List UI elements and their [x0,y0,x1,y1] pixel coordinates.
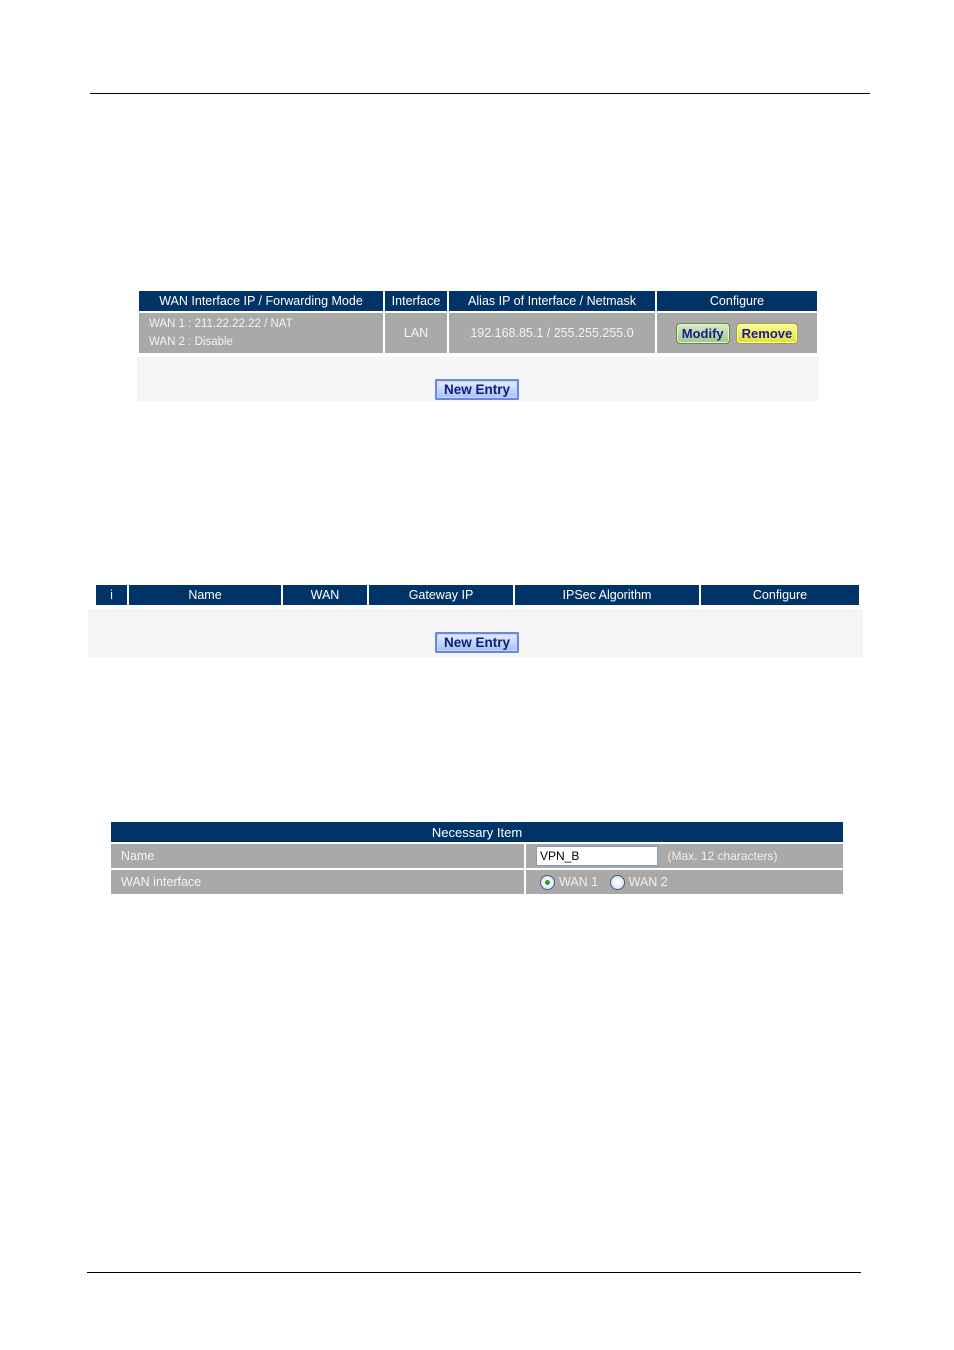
column-header-index: i [96,585,127,605]
wan2-radio-label[interactable]: WAN 2 [629,875,668,889]
configure-cell: Modify Remove [657,313,817,353]
modify-button[interactable]: Modify [675,322,730,344]
alias-ip-cell: 192.168.85.1 / 255.255.255.0 [449,313,655,353]
column-header-wan-ip: WAN Interface IP / Forwarding Mode [139,291,383,311]
table-header-row: WAN Interface IP / Forwarding Mode Inter… [139,291,817,311]
wan-options-cell: WAN 1 WAN 2 [526,870,843,894]
remove-button[interactable]: Remove [735,322,799,344]
interface-cell: LAN [385,313,447,353]
section-title: Necessary Item [111,822,843,842]
column-header-configure: Configure [701,585,859,605]
column-header-interface: Interface [385,291,447,311]
wan1-radio[interactable] [540,874,555,890]
form-row-wan: WAN interface WAN 1 WAN 2 [111,870,843,894]
form-row-name: Name (Max. 12 characters) [111,844,843,868]
wan2-radio[interactable] [609,874,625,890]
table-row: WAN 1 : 211.22.22.22 / NAT WAN 2 : Disab… [139,313,817,353]
column-header-wan: WAN [283,585,367,605]
name-hint: (Max. 12 characters) [667,849,778,863]
column-header-gateway-ip: Gateway IP [369,585,513,605]
wan-interface-label: WAN interface [111,870,524,894]
wan2-status: WAN 2 : Disable [149,336,233,348]
new-entry-button[interactable]: New Entry [435,379,520,400]
table-header-row: i Name WAN Gateway IP IPSec Algorithm Co… [96,585,859,605]
wan1-status: WAN 1 : 211.22.22.22 / NAT [149,318,293,330]
name-label: Name [111,844,524,868]
new-entry-button[interactable]: New Entry [435,632,520,653]
header-rule [90,93,870,94]
footer-rule [87,1272,861,1273]
vpn-list-table: i Name WAN Gateway IP IPSec Algorithm Co… [94,583,861,607]
column-header-name: Name [129,585,281,605]
necessary-item-form: Necessary Item Name (Max. 12 characters)… [109,820,845,896]
column-header-alias-ip: Alias IP of Interface / Netmask [449,291,655,311]
wan-ip-cell: WAN 1 : 211.22.22.22 / NAT WAN 2 : Disab… [139,313,383,353]
column-header-configure: Configure [657,291,817,311]
name-input[interactable] [536,846,658,866]
name-field-cell: (Max. 12 characters) [526,844,843,868]
column-header-ipsec-algorithm: IPSec Algorithm [515,585,699,605]
alias-ip-table: WAN Interface IP / Forwarding Mode Inter… [137,289,819,355]
wan1-radio-label[interactable]: WAN 1 [559,875,598,889]
